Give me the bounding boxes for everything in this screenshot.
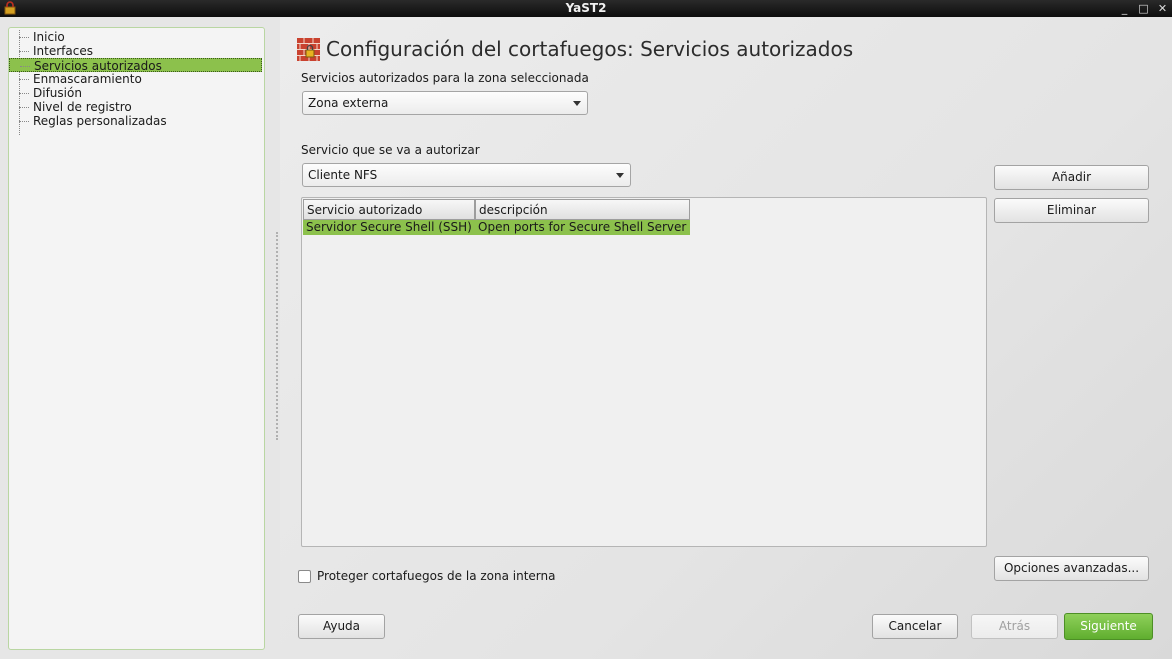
cancel-button[interactable]: Cancelar <box>872 614 958 639</box>
window-title: YaST2 <box>565 1 607 15</box>
sidebar-item-inicio[interactable]: Inicio <box>19 30 264 44</box>
column-header-description[interactable]: descripción <box>475 199 690 220</box>
sidebar-item-interfaces[interactable]: Interfaces <box>19 44 264 58</box>
next-button[interactable]: Siguiente <box>1064 613 1153 640</box>
sidebar-item-enmascaramiento[interactable]: Enmascaramiento <box>19 72 264 86</box>
zone-select[interactable]: Zona externa <box>302 91 588 115</box>
sidebar-item-difusion[interactable]: Difusión <box>19 86 264 100</box>
sidebar-item-servicios-autorizados[interactable]: Servicios autorizados <box>9 58 262 73</box>
column-header-service[interactable]: Servicio autorizado <box>303 199 475 220</box>
maximize-icon[interactable]: □ <box>1138 0 1149 17</box>
close-icon[interactable]: ✕ <box>1157 0 1168 17</box>
sidebar-tree-panel: Inicio Interfaces Servicios autorizados … <box>8 27 265 650</box>
remove-button[interactable]: Eliminar <box>994 198 1149 223</box>
help-button[interactable]: Ayuda <box>298 614 385 639</box>
page-title: Configuración del cortafuegos: Servicios… <box>326 37 854 61</box>
protect-internal-zone-checkbox[interactable] <box>298 570 311 583</box>
sidebar-tree: Inicio Interfaces Servicios autorizados … <box>9 30 264 128</box>
table-header: Servicio autorizado descripción <box>303 199 690 220</box>
sidebar-item-reglas-personalizadas[interactable]: Reglas personalizadas <box>19 114 264 128</box>
zone-select-value: Zona externa <box>308 96 389 110</box>
advanced-options-button[interactable]: Opciones avanzadas... <box>994 556 1149 581</box>
table-cell-description: Open ports for Secure Shell Server <box>478 220 687 234</box>
service-select[interactable]: Cliente NFS <box>302 163 631 187</box>
authorized-services-table[interactable]: Servicio autorizado descripción Servidor… <box>301 197 987 547</box>
table-row[interactable]: Servidor Secure Shell (SSH) Open ports f… <box>303 220 690 235</box>
main-panel: Configuración del cortafuegos: Servicios… <box>280 17 1172 659</box>
table-cell-service: Servidor Secure Shell (SSH) <box>306 220 472 234</box>
protect-internal-zone-label[interactable]: Proteger cortafuegos de la zona interna <box>317 569 555 583</box>
back-button[interactable]: Atrás <box>971 614 1058 639</box>
chevron-down-icon <box>616 173 624 178</box>
minimize-icon[interactable]: _ <box>1119 0 1130 17</box>
window-titlebar[interactable]: YaST2 _ □ ✕ <box>0 0 1172 17</box>
sidebar-item-nivel-de-registro[interactable]: Nivel de registro <box>19 100 264 114</box>
add-button[interactable]: Añadir <box>994 165 1149 190</box>
service-select-value: Cliente NFS <box>308 168 378 182</box>
service-label: Servicio que se va a autorizar <box>301 143 480 157</box>
panel-splitter[interactable] <box>276 232 278 440</box>
firewall-icon <box>297 37 320 61</box>
chevron-down-icon <box>573 101 581 106</box>
zone-label: Servicios autorizados para la zona selec… <box>301 71 589 85</box>
